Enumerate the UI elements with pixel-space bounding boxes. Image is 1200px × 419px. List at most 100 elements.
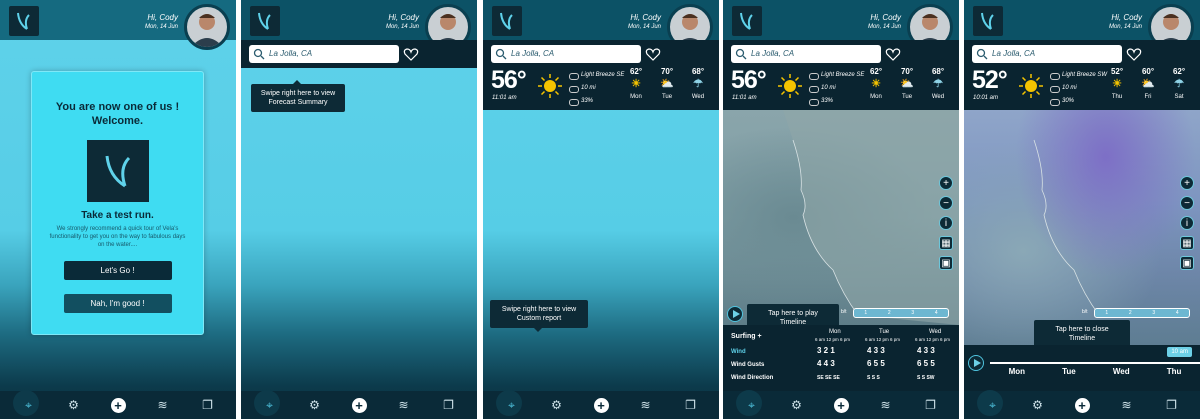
- bottom-nav: ⌖ ⚙ + ≋ ❐: [483, 390, 719, 419]
- day-temp: 70°: [900, 67, 914, 76]
- timeline-day[interactable]: Thu: [1167, 367, 1182, 376]
- scale-tick: 3: [911, 310, 915, 316]
- location-icon[interactable]: ⌖: [744, 397, 760, 413]
- report-icon[interactable]: ❐: [1164, 397, 1180, 413]
- plus-icon[interactable]: +: [1074, 397, 1090, 413]
- scale-tick: 2: [1128, 310, 1132, 316]
- forecast-summary[interactable]: 56° 11:01 am Light Breeze SE 10 mi 33% 62°…: [483, 64, 719, 110]
- day-temp: 52°: [1110, 67, 1124, 76]
- row-label: Wind Direction: [731, 375, 774, 381]
- day-name: Mon: [870, 94, 882, 100]
- day-name: Sat: [1174, 94, 1184, 100]
- layers-icon[interactable]: ▣: [1180, 256, 1194, 270]
- wind-map[interactable]: + − i ▦ ▣ b/t 1 2 3 4 Tap here to close Tim…: [964, 110, 1200, 352]
- location-icon[interactable]: ⌖: [504, 397, 520, 413]
- location-icon[interactable]: ⌖: [985, 397, 1001, 413]
- wind-icon[interactable]: ≋: [638, 397, 654, 413]
- current-temp: 56°: [731, 66, 767, 94]
- layers-icon[interactable]: ▣: [939, 256, 953, 270]
- gear-icon[interactable]: ⚙: [307, 397, 323, 413]
- sun-icon: [1019, 74, 1043, 98]
- timeline-track[interactable]: [990, 362, 1200, 364]
- wind-icon[interactable]: ≋: [155, 397, 171, 413]
- calendar-icon[interactable]: ▦: [1180, 236, 1194, 250]
- vela-logo: [732, 6, 762, 36]
- report-icon[interactable]: ❐: [683, 397, 699, 413]
- favorite-heart-icon[interactable]: [645, 46, 661, 62]
- location-icon[interactable]: ⌖: [262, 397, 278, 413]
- plus-icon[interactable]: +: [593, 397, 609, 413]
- report-icon[interactable]: ❐: [200, 397, 216, 413]
- search-input[interactable]: La Jolla, CA: [731, 45, 881, 63]
- current-time: 11:01 am: [732, 95, 757, 101]
- decline-button[interactable]: Nah, I'm good !: [63, 294, 172, 313]
- gear-icon[interactable]: ⚙: [1030, 397, 1046, 413]
- search-input[interactable]: La Jolla, CA: [972, 45, 1122, 63]
- greeting: Hi, Cody: [147, 13, 178, 22]
- plus-icon[interactable]: +: [351, 397, 367, 413]
- scale-tick: 2: [887, 310, 891, 316]
- gear-icon[interactable]: ⚙: [789, 397, 805, 413]
- forecast-summary[interactable]: 56° 11:01 am Light Breeze SE 10 mi 33% 62°…: [723, 64, 959, 110]
- app-header: Hi, Cody Mon, 14 Jun: [723, 0, 959, 50]
- storm-icon: ☂: [693, 78, 703, 90]
- wind-icon[interactable]: ≋: [396, 397, 412, 413]
- date: Mon, 14 Jun: [144, 24, 178, 30]
- plus-icon[interactable]: +: [110, 397, 126, 413]
- search-icon: [495, 48, 507, 60]
- wind-icon[interactable]: ≋: [1119, 397, 1135, 413]
- calendar-icon[interactable]: ▦: [939, 236, 953, 250]
- welcome-dialog: You are now one of us ! Welcome. Take a …: [31, 71, 204, 335]
- storm-icon: ☂: [933, 78, 943, 90]
- screen-forecast: Hi, Cody Mon, 14 Jun La Jolla, CA 56° 11:…: [483, 0, 719, 419]
- welcome-body: We strongly recommend a quick tour of Ve…: [49, 226, 186, 248]
- activity-label[interactable]: Surfing +: [731, 333, 762, 340]
- zoom-in-icon[interactable]: +: [939, 176, 953, 190]
- search-input[interactable]: La Jolla, CA: [249, 45, 399, 63]
- plus-icon[interactable]: +: [833, 397, 849, 413]
- wind-icon[interactable]: ≋: [878, 397, 894, 413]
- current-time: 11:01 am: [492, 95, 517, 101]
- favorite-heart-icon[interactable]: [403, 46, 419, 62]
- info-icon[interactable]: i: [1180, 216, 1194, 230]
- favorite-heart-icon[interactable]: [1126, 46, 1142, 62]
- lets-go-button[interactable]: Let's Go !: [63, 261, 172, 280]
- date: Mon, 14 Jun: [1108, 24, 1142, 30]
- wind-scale: 1 2 3 4: [853, 308, 949, 318]
- play-timeline-button[interactable]: [727, 306, 743, 322]
- timeline-day[interactable]: Mon: [1009, 367, 1025, 376]
- visibility: 10 mi: [1050, 82, 1107, 95]
- day-name: Thu: [1111, 94, 1123, 100]
- date: Mon, 14 Jun: [385, 24, 419, 30]
- favorite-heart-icon[interactable]: [885, 46, 901, 62]
- cell: S S SW: [917, 375, 935, 381]
- scale-unit: b/t: [841, 309, 847, 315]
- timeline-day[interactable]: Wed: [1113, 367, 1130, 376]
- gear-icon[interactable]: ⚙: [549, 397, 565, 413]
- timeline-day[interactable]: Tue: [1062, 367, 1076, 376]
- info-icon[interactable]: i: [939, 216, 953, 230]
- day-name: Fri: [1144, 94, 1152, 100]
- avatar[interactable]: [184, 4, 230, 50]
- play-button[interactable]: [968, 355, 984, 371]
- zoom-in-icon[interactable]: +: [1180, 176, 1194, 190]
- report-icon[interactable]: ❐: [923, 397, 939, 413]
- zoom-out-icon[interactable]: −: [939, 196, 953, 210]
- sun-icon: [778, 74, 802, 98]
- search-input[interactable]: La Jolla, CA: [491, 45, 641, 63]
- map-controls: + − i ▦ ▣: [1180, 176, 1194, 276]
- wind-map[interactable]: + − i ▦ ▣ Tap here to play Timeline b/t …: [723, 110, 959, 336]
- app-header: Hi, Cody Mon, 14 Jun: [241, 0, 477, 50]
- welcome-title: You are now one of us ! Welcome.: [55, 101, 180, 127]
- report-icon[interactable]: ❐: [441, 397, 457, 413]
- gear-icon[interactable]: ⚙: [66, 397, 82, 413]
- forecast-summary[interactable]: 52° 10:01 am Light Breeze SW 10 mi 30% 52°…: [964, 64, 1200, 110]
- humidity: 33%: [809, 95, 864, 108]
- day-name: Wed: [931, 94, 945, 100]
- zoom-out-icon[interactable]: −: [1180, 196, 1194, 210]
- location-icon[interactable]: ⌖: [21, 397, 37, 413]
- partly-cloudy-icon: ⛅: [660, 78, 674, 90]
- screen-search: Hi, Cody Mon, 14 Jun La Jolla, CA Swipe r…: [241, 0, 477, 419]
- timeline-table: Surfing + Mon Tue Wed 6 am 12 pm 6 pm 6 …: [723, 325, 959, 391]
- vela-logo: [250, 6, 280, 36]
